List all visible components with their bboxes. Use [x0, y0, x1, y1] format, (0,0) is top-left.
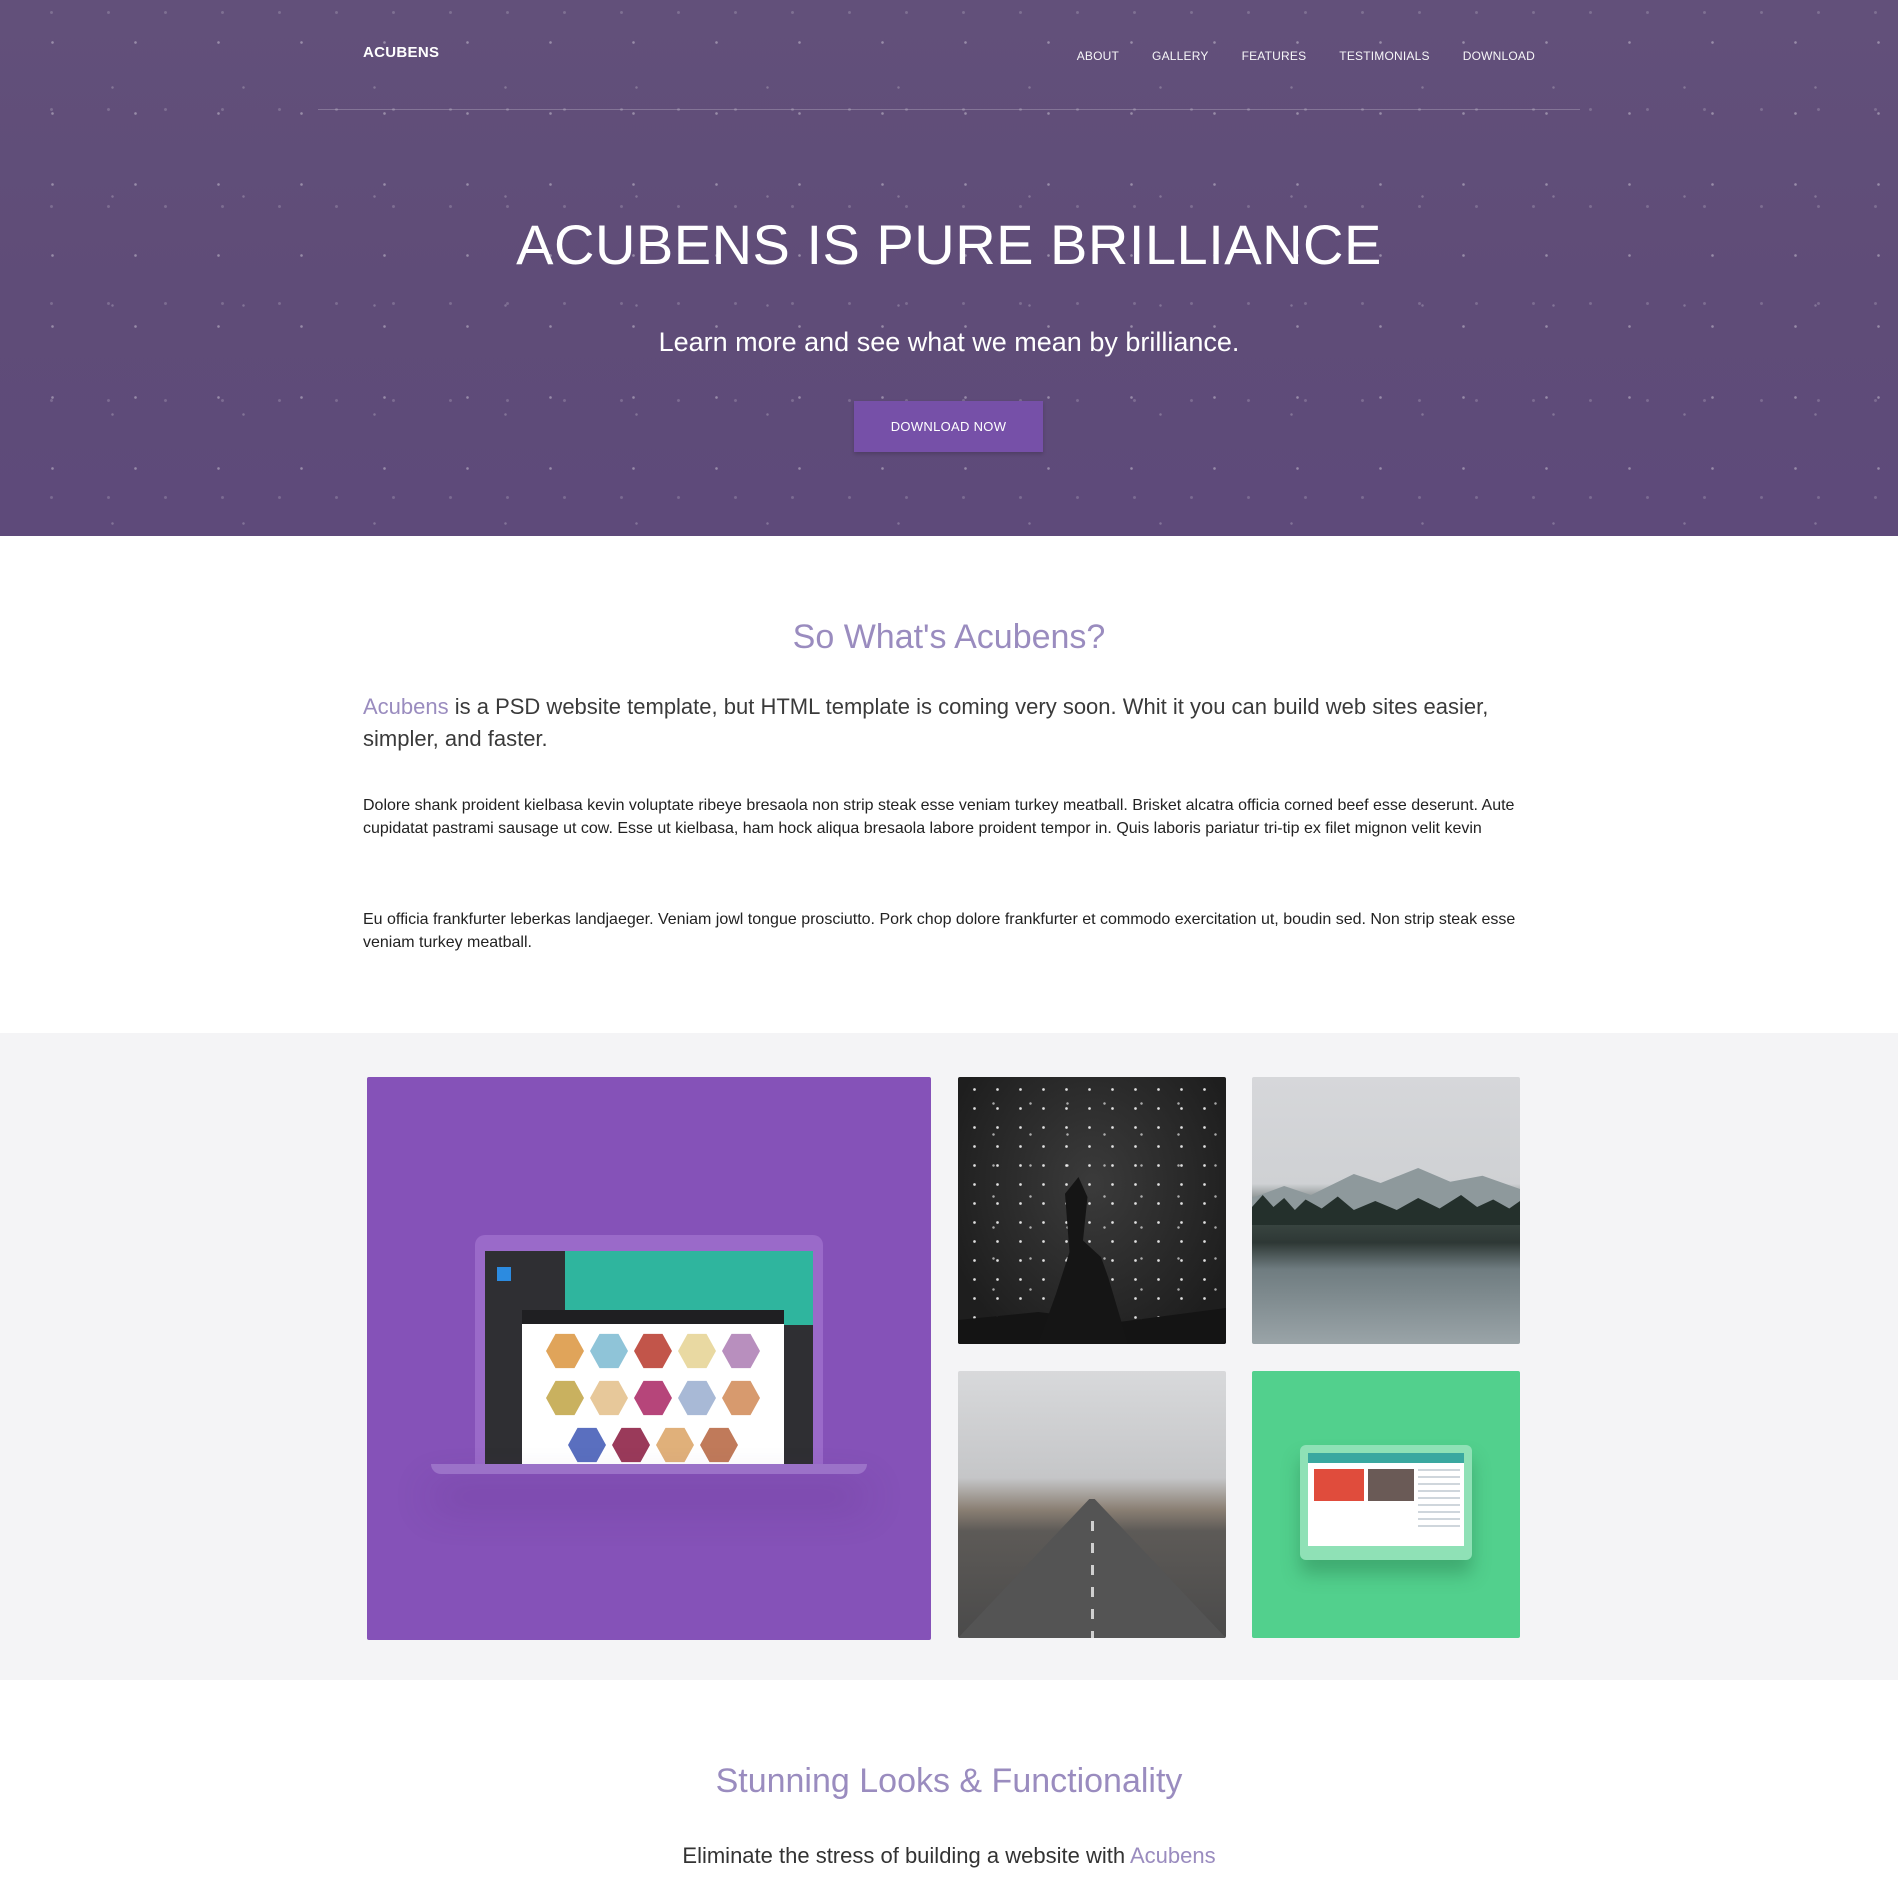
download-now-button[interactable]: DOWNLOAD NOW: [854, 401, 1043, 452]
about-lead: Acubens is a PSD website template, but H…: [363, 691, 1535, 755]
nav-link-testimonials[interactable]: TESTIMONIALS: [1339, 49, 1429, 63]
tablet-illustration: [1300, 1445, 1472, 1560]
nav-link-about[interactable]: ABOUT: [1077, 49, 1119, 63]
about-paragraph-2: Eu officia frankfurter leberkas landjaeg…: [363, 911, 1516, 951]
site-logo[interactable]: ACUBENS: [363, 44, 439, 61]
about-section: So What's Acubens? Acubens is a PSD webs…: [0, 536, 1898, 1033]
about-paragraph-1: Dolore shank proident kielbasa kevin vol…: [363, 797, 1515, 837]
nav-link-features[interactable]: FEATURES: [1242, 49, 1307, 63]
features-section: Stunning Looks & Functionality Eliminate…: [0, 1680, 1898, 1904]
gallery-section: [0, 1033, 1898, 1680]
nav-links: ABOUT GALLERY FEATURES TESTIMONIALS DOWN…: [1077, 47, 1535, 65]
gallery-image-road[interactable]: [958, 1371, 1226, 1638]
gallery-image-laptop-mockup[interactable]: [367, 1077, 931, 1640]
photoshop-icon: [497, 1267, 511, 1281]
hero-title: ACUBENS IS PURE BRILLIANCE: [516, 213, 1382, 276]
gallery-image-starry-night[interactable]: [958, 1077, 1226, 1344]
hero-subtitle: Learn more and see what we mean by brill…: [658, 327, 1240, 357]
laptop-illustration: [475, 1235, 823, 1467]
top-nav: ACUBENS ABOUT GALLERY FEATURES TESTIMONI…: [318, 0, 1580, 110]
features-subtitle: Eliminate the stress of building a websi…: [0, 1843, 1898, 1869]
brand-highlight: Acubens: [363, 694, 449, 719]
features-subtitle-text: Eliminate the stress of building a websi…: [682, 1843, 1130, 1868]
gallery-image-mountain-lake[interactable]: [1252, 1077, 1520, 1344]
hero-section: ACUBENS ABOUT GALLERY FEATURES TESTIMONI…: [0, 0, 1898, 536]
brand-highlight: Acubens: [1129, 1843, 1216, 1868]
nav-link-download[interactable]: DOWNLOAD: [1463, 49, 1535, 63]
nav-link-gallery[interactable]: GALLERY: [1152, 49, 1209, 63]
about-lead-text: is a PSD website template, but HTML temp…: [363, 694, 1489, 751]
features-title: Stunning Looks & Functionality: [715, 1762, 1183, 1800]
about-title: So What's Acubens?: [792, 618, 1106, 656]
gallery-image-tablet-mockup[interactable]: [1252, 1371, 1520, 1638]
